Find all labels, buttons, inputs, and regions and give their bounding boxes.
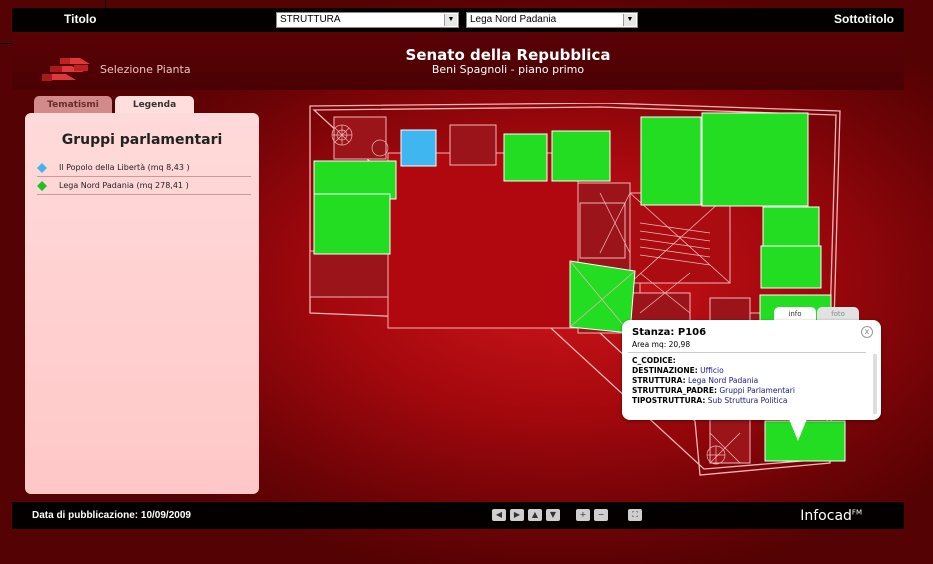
top-bar: Titolo STRUTTURA ▼ Lega Nord Padania ▼ S… (12, 8, 904, 32)
room-info-popup: x Stanza: P106 Area mq: 20,98 C_CODICE: … (622, 320, 881, 420)
tab-legenda[interactable]: Legenda (115, 96, 194, 114)
bottom-bar: Data di pubblicazione: 10/09/2009 ◀ ▶ ▲ … (12, 502, 904, 529)
popup-row: C_CODICE: (632, 356, 676, 365)
pan-right-button[interactable]: ▶ (510, 509, 524, 521)
popup-row: DESTINAZIONE: Ufficio (632, 366, 724, 375)
app-title: Titolo (64, 12, 97, 26)
legend-item[interactable]: Lega Nord Padania (mq 278,41 ) (37, 178, 251, 195)
group-select-value: Lega Nord Padania (470, 14, 557, 25)
popup-row-key: STRUTTURA: (632, 376, 686, 385)
legend-item[interactable]: Il Popolo della Libertà (mq 8,43 ) (37, 160, 251, 177)
zoom-in-button[interactable]: + (576, 509, 590, 521)
popup-row-key: C_CODICE: (632, 356, 676, 365)
floor-plan-map[interactable] (300, 103, 860, 478)
pan-down-button[interactable]: ▼ (546, 509, 560, 521)
chevron-down-icon[interactable]: ▼ (623, 14, 636, 26)
room-name: Stanza: P106 (632, 327, 707, 338)
blue-diamond-icon (37, 163, 47, 173)
pan-left-button[interactable]: ◀ (492, 509, 506, 521)
popup-row-key: DESTINAZIONE: (632, 366, 698, 375)
room-area: Area mq: 20,98 (632, 340, 691, 349)
infocad-brand: Infocad (800, 508, 852, 524)
infocad-logo: InfocadFM (800, 508, 862, 524)
zoom-out-button[interactable]: − (594, 509, 608, 521)
app-window: Titolo STRUTTURA ▼ Lega Nord Padania ▼ S… (0, 0, 933, 564)
pan-up-button[interactable]: ▲ (528, 509, 542, 521)
page-title: Senato della Repubblica (405, 46, 611, 64)
divider (628, 352, 866, 353)
legend-panel: Gruppi parlamentari Il Popolo della Libe… (25, 113, 259, 494)
popup-row: TIPOSTRUTTURA: Sub Struttura Politica (632, 396, 787, 405)
legend-item-label: Lega Nord Padania (mq 278,41 ) (59, 181, 189, 190)
frame-line (105, 0, 106, 8)
popup-row-key: STRUTTURA_PADRE: (632, 386, 717, 395)
popup-pointer (789, 419, 807, 441)
struttura-select[interactable]: STRUTTURA ▼ (276, 12, 459, 28)
close-icon[interactable]: x (861, 326, 873, 338)
zoom-fit-button[interactable]: ⛶ (628, 509, 642, 521)
publication-date: Data di pubblicazione: 10/09/2009 (32, 510, 191, 521)
popup-row-key: TIPOSTRUTTURA: (632, 396, 706, 405)
popup-row-value: Ufficio (700, 366, 724, 375)
group-select[interactable]: Lega Nord Padania ▼ (466, 12, 638, 28)
popup-row-value: Gruppi Parlamentari (719, 386, 795, 395)
page-subtitle: Beni Spagnoli - piano primo (431, 63, 585, 76)
green-diamond-icon (37, 181, 47, 191)
struttura-select-value: STRUTTURA (280, 14, 341, 25)
infocad-brand-sup: FM (851, 508, 862, 517)
tab-tematismi[interactable]: Tematismi (34, 96, 112, 114)
legend-item-label: Il Popolo della Libertà (mq 8,43 ) (59, 163, 190, 172)
popup-row-value: Sub Struttura Politica (707, 396, 788, 405)
app-subtitle: Sottotitolo (834, 12, 894, 26)
popup-scrollbar[interactable] (873, 354, 877, 414)
popup-row: STRUTTURA: Lega Nord Padania (632, 376, 758, 385)
header: Selezione Pianta Senato della Repubblica… (12, 32, 904, 90)
legend-title: Gruppi parlamentari (61, 132, 223, 148)
popup-row-value: Lega Nord Padania (688, 376, 759, 385)
room-blue (400, 129, 437, 167)
popup-row: STRUTTURA_PADRE: Gruppi Parlamentari (632, 386, 795, 395)
chevron-down-icon[interactable]: ▼ (444, 14, 457, 26)
